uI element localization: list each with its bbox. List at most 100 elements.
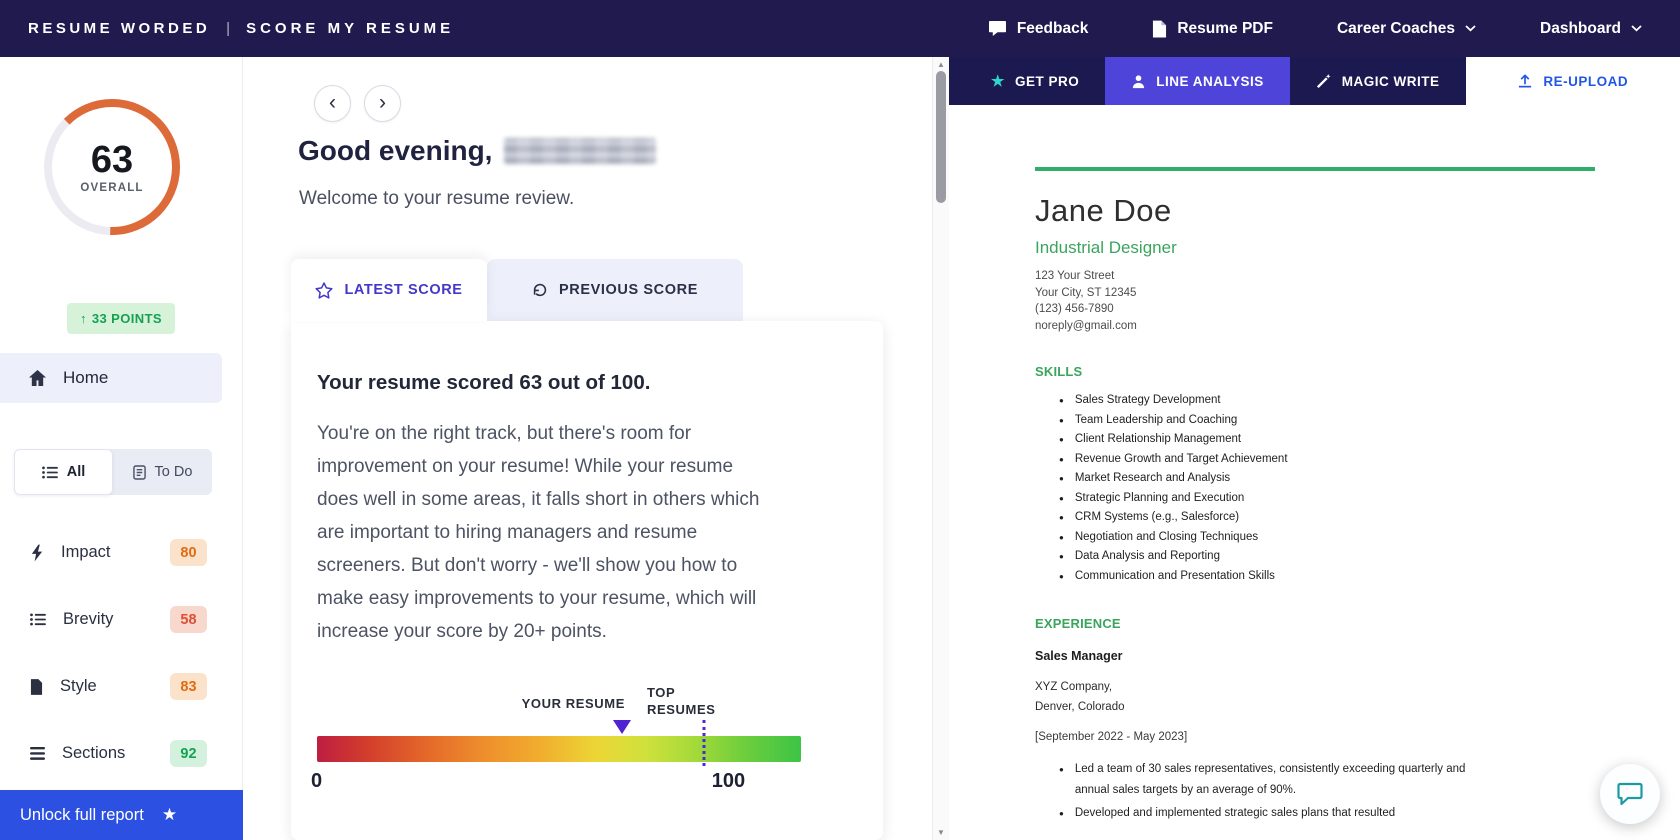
scrollbar-down-icon[interactable]: ▼ <box>933 828 949 837</box>
sidebar-filter-tabs: All To Do <box>14 449 212 495</box>
your-resume-marker <box>613 720 631 734</box>
experience-bullet: ●Led a team of 30 sales representatives,… <box>1035 759 1483 801</box>
person-icon <box>1131 74 1146 89</box>
nav-feedback-label: Feedback <box>1017 20 1089 38</box>
category-label: Impact <box>61 543 111 562</box>
marker-triangle-icon <box>613 720 631 734</box>
overall-score-gauge: 63 OVERALL <box>36 91 188 243</box>
navbar-menu: Feedback Resume PDF Career Coaches Dashb… <box>988 20 1680 38</box>
score-badge: 80 <box>170 539 207 566</box>
tab-all[interactable]: All <box>14 449 113 495</box>
sections-icon <box>30 747 45 760</box>
chat-icon <box>988 20 1007 37</box>
history-icon <box>532 282 548 298</box>
scale-min-label: 0 <box>311 770 322 793</box>
bullet-icon: ● <box>1059 547 1064 567</box>
unlock-full-report-button[interactable]: Unlock full report ★ <box>0 790 243 840</box>
sidebar-item-home[interactable]: Home <box>0 353 222 403</box>
sidebar-item-sections[interactable]: Sections 92 <box>0 720 243 787</box>
tab-latest-score[interactable]: LATEST SCORE <box>291 259 487 321</box>
employment-dates: [September 2022 - May 2023] <box>1035 731 1680 743</box>
score-badge: 83 <box>170 673 207 700</box>
next-button[interactable]: › <box>364 85 401 122</box>
document-icon <box>30 679 43 695</box>
resume-document: Jane Doe Industrial Designer 123 Your St… <box>949 105 1680 824</box>
re-upload-label: RE-UPLOAD <box>1543 74 1628 89</box>
chat-launcher-button[interactable] <box>1600 764 1660 824</box>
experience-bullets: ●Led a team of 30 sales representatives,… <box>1035 759 1680 824</box>
scrollbar[interactable]: ▲ ▼ <box>932 57 949 840</box>
chat-bubble-icon <box>1616 781 1644 807</box>
resume-top-rule <box>1035 167 1595 171</box>
your-resume-label: YOUR RESUME <box>317 696 625 711</box>
nav-dashboard[interactable]: Dashboard <box>1540 20 1642 38</box>
unlock-label: Unlock full report <box>20 806 144 825</box>
nav-dashboard-label: Dashboard <box>1540 20 1621 38</box>
scale-max-label: 100 <box>712 770 745 793</box>
category-label: Style <box>60 677 97 696</box>
chevron-down-icon <box>1465 25 1476 32</box>
tab-line-analysis[interactable]: LINE ANALYSIS <box>1105 57 1290 105</box>
score-gradient-bar <box>317 736 801 762</box>
sidebar: 63 OVERALL ↑ 33 POINTS Home All To Do Im… <box>0 57 243 840</box>
sidebar-item-brevity[interactable]: Brevity 58 <box>0 586 243 653</box>
main-panel: ‹ › Good evening, Welcome to your resume… <box>244 57 949 840</box>
skills-heading: SKILLS <box>1035 364 1680 379</box>
bullet-icon: ● <box>1059 508 1064 528</box>
overall-score-label: OVERALL <box>80 182 143 194</box>
list-lines-icon <box>30 613 46 626</box>
resume-name: Jane Doe <box>1035 193 1680 229</box>
brand-name[interactable]: RESUME WORDED <box>28 20 210 37</box>
resume-title: Industrial Designer <box>1035 238 1680 258</box>
list-icon <box>42 466 58 479</box>
scrollbar-thumb[interactable] <box>936 71 946 203</box>
top-resumes-dotted-line <box>703 720 706 766</box>
nav-resume-pdf[interactable]: Resume PDF <box>1152 20 1273 38</box>
bullet-icon: ● <box>1059 489 1064 509</box>
skill-item: ●Communication and Presentation Skills <box>1035 567 1680 587</box>
skill-item: ●Market Research and Analysis <box>1035 469 1680 489</box>
bullet-icon: ● <box>1059 391 1064 411</box>
skills-list: ●Sales Strategy Development ●Team Leader… <box>1035 391 1680 586</box>
sidebar-item-impact[interactable]: Impact 80 <box>0 519 243 586</box>
category-label: Brevity <box>63 610 113 629</box>
wand-icon <box>1316 73 1332 89</box>
points-gained-badge: ↑ 33 POINTS <box>67 303 175 334</box>
company-name: XYZ Company, <box>1035 677 1680 697</box>
tab-magic-write[interactable]: MAGIC WRITE <box>1290 57 1466 105</box>
job-title: Sales Manager <box>1035 649 1680 663</box>
nav-feedback[interactable]: Feedback <box>988 20 1089 38</box>
tab-previous-score-label: PREVIOUS SCORE <box>559 282 698 298</box>
clipboard-icon <box>133 465 146 480</box>
re-upload-button[interactable]: RE-UPLOAD <box>1466 57 1680 105</box>
contact-line: 123 Your Street <box>1035 268 1680 285</box>
bullet-icon: ● <box>1059 411 1064 431</box>
resume-contact: 123 Your Street Your City, ST 12345 (123… <box>1035 268 1680 334</box>
star-outline-icon <box>315 282 333 299</box>
contact-line: (123) 456-7890 <box>1035 301 1680 318</box>
upload-icon <box>1517 73 1533 89</box>
get-pro-button[interactable]: ★ GET PRO <box>949 57 1105 105</box>
tab-previous-score[interactable]: PREVIOUS SCORE <box>487 259 743 321</box>
score-gauge: YOUR RESUME TOP RESUMES 0 100 <box>317 684 801 818</box>
bullet-icon: ● <box>1059 759 1064 801</box>
star-icon: ★ <box>162 805 177 825</box>
lightning-icon <box>30 544 44 562</box>
bullet-icon: ● <box>1059 567 1064 587</box>
nav-career-coaches[interactable]: Career Coaches <box>1337 20 1476 38</box>
tab-todo[interactable]: To Do <box>113 449 212 495</box>
contact-line: Your City, ST 12345 <box>1035 285 1680 302</box>
magic-write-label: MAGIC WRITE <box>1342 74 1440 89</box>
score-heading: Your resume scored 63 out of 100. <box>317 371 843 395</box>
scrollbar-up-icon[interactable]: ▲ <box>933 60 949 69</box>
sidebar-item-style[interactable]: Style 83 <box>0 653 243 720</box>
prev-button[interactable]: ‹ <box>314 85 351 122</box>
nav-career-coaches-label: Career Coaches <box>1337 20 1455 38</box>
score-readout: 63 OVERALL <box>36 91 188 243</box>
skill-item: ●Negotiation and Closing Techniques <box>1035 528 1680 548</box>
skill-item: ●Revenue Growth and Target Achievement <box>1035 450 1680 470</box>
pdf-icon <box>1152 20 1167 38</box>
brand-sub: SCORE MY RESUME <box>246 20 454 37</box>
brand: RESUME WORDED | SCORE MY RESUME <box>0 20 454 37</box>
bullet-icon: ● <box>1059 528 1064 548</box>
